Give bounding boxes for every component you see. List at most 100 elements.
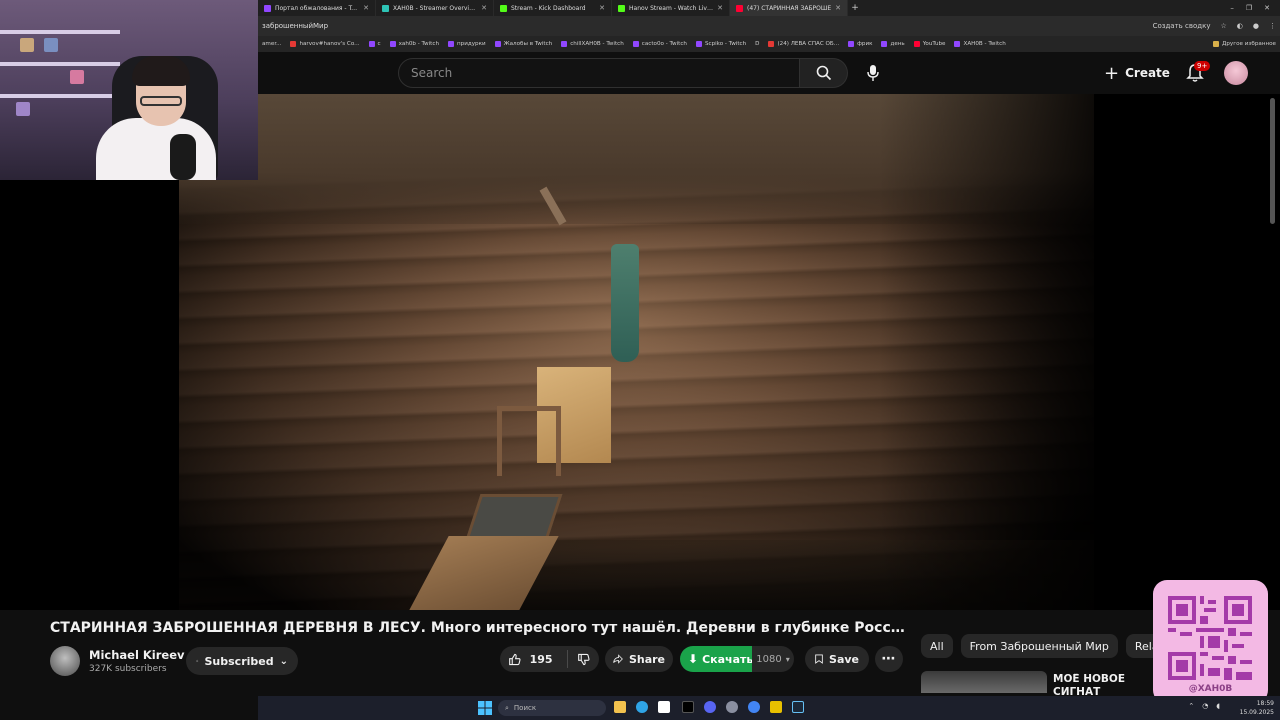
taskbar-search[interactable]: ⌕ Поиск bbox=[498, 700, 606, 716]
other-bookmarks[interactable]: Другое избранное bbox=[1212, 41, 1276, 47]
file-explorer-icon[interactable] bbox=[614, 701, 626, 713]
streams-charts-icon bbox=[382, 4, 389, 12]
webcam-shelf bbox=[0, 94, 120, 98]
close-tab-icon[interactable]: ✕ bbox=[363, 4, 369, 12]
account-avatar[interactable] bbox=[1224, 61, 1248, 85]
bookmark-label: придурки bbox=[457, 41, 486, 47]
channel-avatar[interactable] bbox=[50, 646, 80, 676]
star-icon[interactable]: ☆ bbox=[1221, 22, 1227, 30]
bookmark-label: c bbox=[377, 41, 381, 47]
related-video-title[interactable]: МОЁ НОВОЕ СИГНАТ ОРУЖИЕ В PUBG bbox=[1053, 673, 1153, 695]
webcam-person-hair bbox=[132, 56, 190, 86]
bookmark[interactable]: cacto0o - Twitch bbox=[632, 41, 687, 47]
webcam-shelf-item bbox=[70, 70, 84, 84]
browser-tab[interactable]: Портал обжалования - Twitch ✕ bbox=[258, 0, 376, 16]
bookmark[interactable]: D bbox=[755, 41, 759, 47]
browser-tab[interactable]: Hanov Stream - Watch Live on K ✕ bbox=[612, 0, 730, 16]
menu-icon[interactable]: ⋮ bbox=[1269, 22, 1276, 30]
like-count: 195 bbox=[529, 652, 553, 666]
address-text[interactable]: заброшенныйМир bbox=[262, 22, 1153, 30]
app-icon[interactable] bbox=[770, 701, 782, 713]
bookmark-icon bbox=[815, 654, 823, 664]
close-window-icon[interactable]: ✕ bbox=[1264, 4, 1270, 12]
windows-start-icon[interactable] bbox=[478, 701, 492, 715]
thumbs-down-icon[interactable] bbox=[577, 652, 591, 667]
voice-search-button[interactable] bbox=[862, 62, 884, 84]
bookmark-icon bbox=[389, 41, 396, 47]
close-tab-icon[interactable]: ✕ bbox=[599, 4, 605, 12]
edge-icon[interactable] bbox=[636, 701, 648, 713]
close-tab-icon[interactable]: ✕ bbox=[835, 4, 841, 12]
more-actions-button[interactable]: ⋯ bbox=[875, 646, 903, 672]
discord-icon[interactable] bbox=[704, 701, 716, 713]
download-button[interactable]: ⬇ Скачать bbox=[680, 646, 753, 672]
volume-icon[interactable]: ◖ bbox=[1216, 702, 1220, 710]
settings-icon[interactable] bbox=[726, 701, 738, 713]
search-icon: ⌕ bbox=[505, 703, 509, 712]
quality-selector[interactable]: 1080 ▾ bbox=[752, 646, 794, 672]
steam-icon[interactable] bbox=[792, 701, 804, 713]
bookmark-icon bbox=[695, 41, 702, 47]
chip-from-channel[interactable]: From Заброшенный Мир bbox=[960, 634, 1118, 658]
subscribed-label: Subscribed bbox=[204, 654, 274, 668]
thumbs-up-icon[interactable] bbox=[508, 652, 522, 667]
bookmark-label: XAH0B - Twitch bbox=[963, 41, 1006, 47]
webcam-shelf bbox=[0, 62, 120, 66]
minimize-icon[interactable]: – bbox=[1230, 4, 1234, 12]
related-video-thumbnail[interactable] bbox=[921, 671, 1047, 693]
bookmark[interactable]: (24) ЛЕВА СПАС ОБ... bbox=[768, 41, 839, 47]
subscriber-count: 327K subscribers bbox=[89, 664, 167, 674]
bookmark[interactable]: chillXAH0B - Twitch bbox=[561, 41, 624, 47]
clock-date: 15.09.2025 bbox=[1239, 709, 1274, 716]
bookmark[interactable]: YouTube bbox=[913, 41, 945, 47]
chip-all[interactable]: All bbox=[921, 634, 953, 658]
search-button[interactable] bbox=[800, 58, 848, 88]
webcam-person-glasses bbox=[140, 96, 182, 106]
app-icon[interactable] bbox=[658, 701, 670, 713]
create-button[interactable]: + Create bbox=[1104, 62, 1170, 84]
browser-tab[interactable]: Stream - Kick Dashboard ✕ bbox=[494, 0, 612, 16]
close-tab-icon[interactable]: ✕ bbox=[717, 4, 723, 12]
tray-arrow-icon[interactable]: ⌃ bbox=[1188, 702, 1194, 710]
share-button[interactable]: Share bbox=[605, 646, 673, 672]
bookmark[interactable]: c bbox=[368, 41, 381, 47]
webcam-microphone bbox=[170, 134, 196, 180]
extension-icon[interactable]: ◐ bbox=[1237, 22, 1243, 30]
qr-code-icon bbox=[1168, 596, 1252, 680]
download-arrow-icon: ⬇ bbox=[688, 652, 699, 666]
bookmark[interactable]: XAH0B - Twitch bbox=[954, 41, 1006, 47]
restore-icon[interactable]: ❐ bbox=[1246, 4, 1252, 12]
bookmark[interactable]: amer... bbox=[262, 41, 281, 47]
new-tab-button[interactable]: + bbox=[848, 3, 862, 13]
bookmark[interactable]: фрик bbox=[848, 41, 872, 47]
bookmark[interactable]: xah0b - Twitch bbox=[389, 41, 439, 47]
taskbar-clock[interactable]: 18:59 15.09.2025 bbox=[1240, 699, 1274, 717]
bookmark[interactable]: день bbox=[881, 41, 905, 47]
browser-tab[interactable]: XAH0B - Streamer Overview & St ✕ bbox=[376, 0, 494, 16]
search-input[interactable]: Search bbox=[398, 58, 800, 88]
bookmark[interactable]: придурки bbox=[448, 41, 486, 47]
bookmark[interactable]: Scpiko - Twitch bbox=[695, 41, 746, 47]
channel-name[interactable]: Michael Kireev bbox=[89, 648, 185, 662]
youtube-icon bbox=[736, 4, 743, 12]
bookmark[interactable]: Жалобы в Twitch bbox=[494, 41, 552, 47]
app-icon[interactable] bbox=[682, 701, 694, 713]
bookmark-icon bbox=[448, 41, 454, 47]
save-button[interactable]: Save bbox=[805, 646, 869, 672]
video-scene-chair-back bbox=[497, 406, 561, 476]
network-icon[interactable]: ◔ bbox=[1202, 702, 1208, 710]
browser-tab-active[interactable]: (47) СТАРИННАЯ ЗАБРОШЕ ✕ bbox=[730, 0, 848, 16]
close-tab-icon[interactable]: ✕ bbox=[481, 4, 487, 12]
bookmark[interactable]: harvov#hanov's Co... bbox=[290, 41, 360, 47]
video-frame[interactable] bbox=[179, 94, 1094, 610]
bookmark-icon bbox=[881, 41, 888, 47]
subscribed-button[interactable]: Subscribed ⌄ bbox=[186, 647, 298, 675]
bookmark-label: D bbox=[755, 41, 760, 47]
kick-icon bbox=[500, 4, 507, 12]
page-scrollbar[interactable] bbox=[1270, 98, 1275, 224]
profile-icon[interactable]: ● bbox=[1253, 22, 1259, 30]
create-digest-button[interactable]: Создать сводку bbox=[1153, 22, 1211, 30]
chrome-icon[interactable] bbox=[748, 701, 760, 713]
address-bar: заброшенныйМир Создать сводку ☆ ◐ ● ⋮ bbox=[258, 16, 1280, 36]
window-controls: – ❐ ✕ bbox=[1230, 4, 1280, 12]
